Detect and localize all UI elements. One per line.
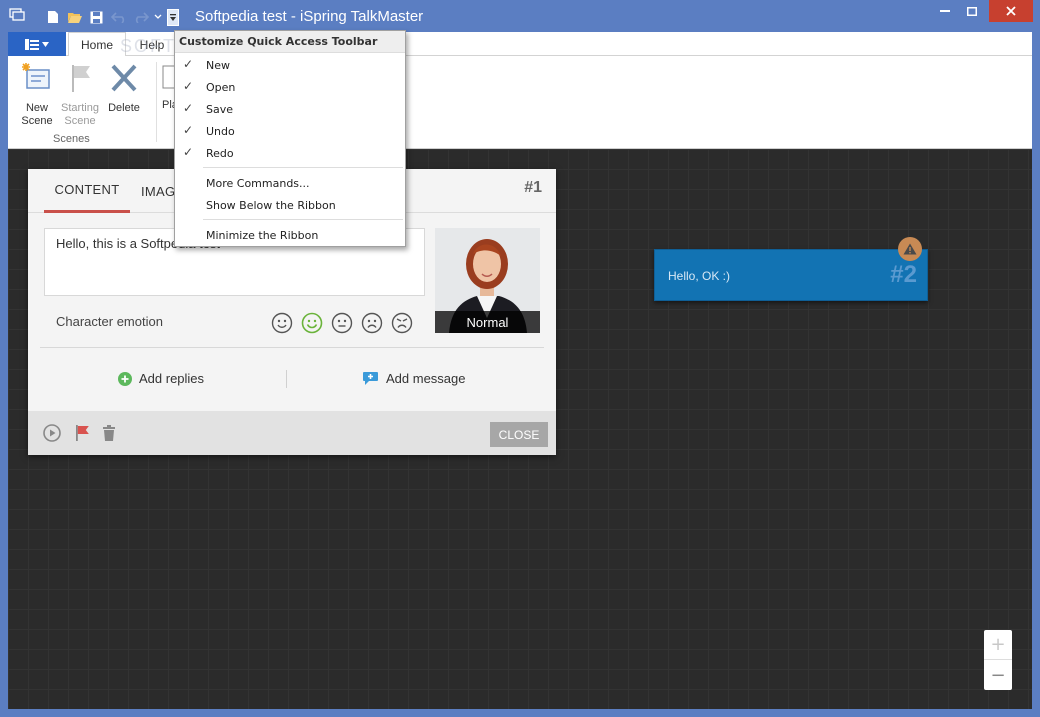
menu-item-label: Open (206, 80, 236, 94)
new-scene-button[interactable]: New Scene (18, 62, 56, 128)
emotion-plain-icon[interactable] (331, 312, 353, 334)
checkmark-icon: ✓ (183, 101, 194, 115)
menu-item-new[interactable]: ✓ New (175, 54, 405, 76)
character-image[interactable]: Normal (435, 228, 540, 333)
flag-icon (72, 65, 90, 92)
menu-item-undo[interactable]: ✓ Undo (175, 120, 405, 142)
quick-access-toolbar (44, 8, 179, 26)
tab-home[interactable]: Home (68, 32, 126, 57)
menu-item-label: Undo (206, 124, 235, 138)
card-divider (40, 347, 544, 348)
chevron-down-icon (42, 41, 49, 47)
menu-item-more-commands[interactable]: More Commands... (175, 172, 405, 194)
ribbon-group-divider (156, 62, 157, 142)
file-menu-button[interactable] (8, 32, 66, 56)
minimize-button[interactable] (932, 0, 958, 22)
redo-icon[interactable] (132, 9, 149, 26)
menu-item-label: Redo (206, 146, 234, 160)
menu-header: Customize Quick Access Toolbar (175, 31, 405, 53)
trash-icon[interactable] (100, 424, 118, 442)
plus-circle-icon (118, 371, 132, 386)
maximize-button[interactable] (959, 0, 985, 22)
scene-number: #1 (524, 179, 542, 196)
emotion-angry-icon[interactable] (391, 312, 413, 334)
qat-more-icon[interactable] (154, 9, 162, 26)
add-replies-button[interactable]: Add replies (118, 371, 204, 386)
close-window-button[interactable] (989, 0, 1033, 22)
add-replies-label: Add replies (139, 371, 205, 386)
starting-scene-button[interactable]: Starting Scene (58, 62, 102, 128)
character-state-label: Normal (435, 311, 540, 333)
checkmark-icon: ✓ (183, 145, 194, 159)
menu-item-save[interactable]: ✓ Save (175, 98, 405, 120)
new-scene-label: New Scene (21, 102, 53, 127)
speech-bubble-plus-icon (363, 372, 378, 385)
window-border-bottom (0, 709, 1040, 717)
action-divider (286, 370, 287, 388)
scene2-text: Hello, OK :) (668, 269, 731, 283)
scene2-number: #2 (890, 261, 917, 288)
emotion-sad-icon[interactable] (361, 312, 383, 334)
group-label-scenes: Scenes (53, 133, 90, 145)
close-card-button[interactable]: CLOSE (490, 422, 548, 447)
warning-icon (903, 243, 917, 255)
emotion-label: Character emotion (56, 314, 163, 329)
play-icon[interactable] (43, 424, 61, 442)
delete-label: Delete (108, 102, 140, 114)
checkmark-icon: ✓ (183, 79, 194, 93)
undo-icon[interactable] (110, 9, 127, 26)
title-bar: Softpedia test - iSpring TalkMaster (0, 0, 1040, 32)
app-logo-icon (9, 8, 25, 21)
zoom-controls: + − (984, 630, 1012, 690)
app-window: Softpedia test - iSpring TalkMaster Home… (0, 0, 1040, 717)
emotion-picker (271, 312, 413, 334)
menu-separator (203, 219, 403, 220)
menu-item-label: New (206, 58, 230, 72)
emotion-happy-icon[interactable] (301, 312, 323, 334)
add-message-label: Add message (386, 371, 466, 386)
menu-item-label: Save (206, 102, 234, 116)
delete-button[interactable]: Delete (104, 62, 144, 115)
open-icon[interactable] (66, 9, 83, 26)
menu-separator (203, 167, 403, 168)
add-message-button[interactable]: Add message (362, 371, 466, 386)
menu-item-show-below-ribbon[interactable]: Show Below the Ribbon (175, 194, 405, 216)
ribbon-body: New Scene Starting Scene Delete Scenes P… (8, 56, 1032, 149)
checkmark-icon: ✓ (183, 57, 194, 71)
emotion-neutral-icon[interactable] (271, 312, 293, 334)
card-footer: CLOSE (28, 411, 556, 455)
starting-scene-label: Starting Scene (61, 102, 99, 127)
menu-item-redo[interactable]: ✓ Redo (175, 142, 405, 164)
zoom-out-button[interactable]: − (984, 660, 1012, 690)
menu-item-minimize-ribbon[interactable]: Minimize the Ribbon (175, 224, 405, 246)
new-icon[interactable] (44, 9, 61, 26)
delete-icon (111, 64, 137, 92)
flag-icon[interactable] (73, 424, 91, 442)
window-title: Softpedia test - iSpring TalkMaster (195, 8, 424, 25)
tab-content[interactable]: CONTENT (44, 169, 130, 213)
checkmark-icon: ✓ (183, 123, 194, 137)
customize-dropdown-icon[interactable] (167, 8, 179, 26)
scene-node-2[interactable]: Hello, OK :) #2 (654, 249, 928, 301)
warning-badge[interactable] (898, 237, 922, 261)
file-menu-icon (25, 38, 39, 50)
save-icon[interactable] (88, 9, 105, 26)
new-scene-icon (22, 63, 50, 89)
menu-item-open[interactable]: ✓ Open (175, 76, 405, 98)
zoom-in-button[interactable]: + (984, 630, 1012, 660)
customize-qat-menu: Customize Quick Access Toolbar ✓ New ✓ Ope… (174, 30, 406, 247)
